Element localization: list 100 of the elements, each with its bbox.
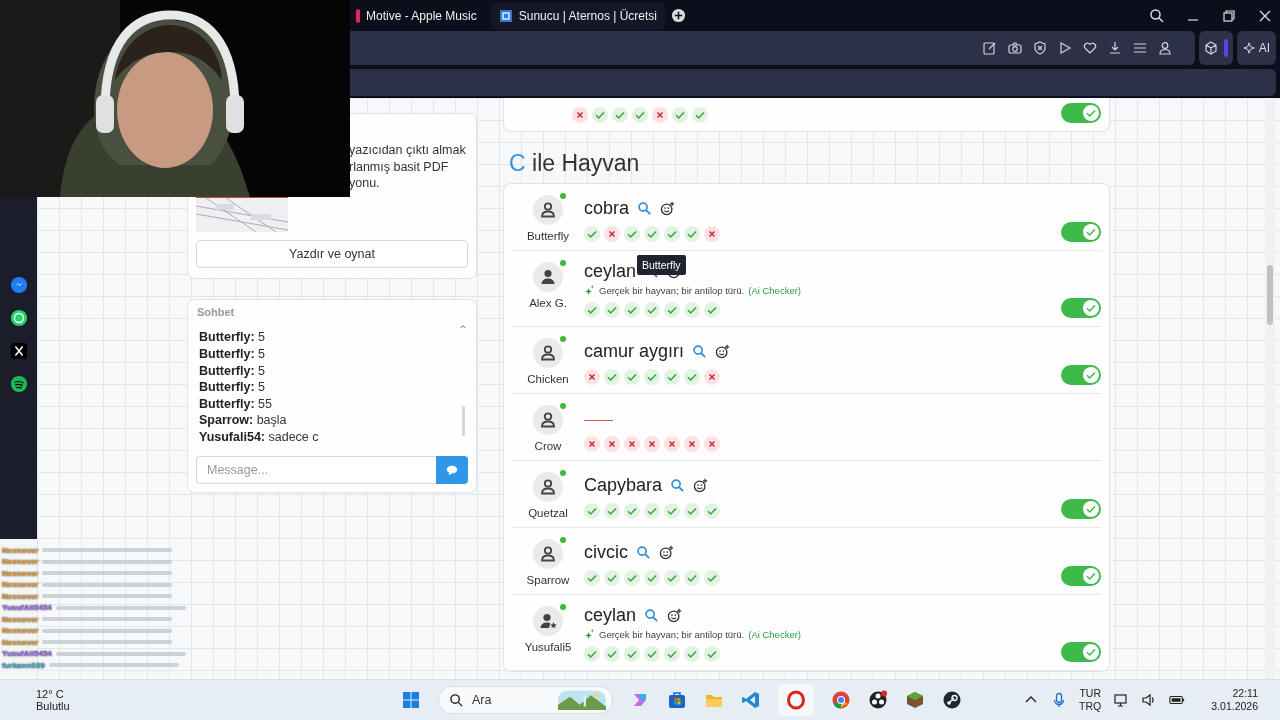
player-name: Butterfly xyxy=(526,230,570,242)
network-icon[interactable] xyxy=(1113,692,1130,708)
stream-chat-username: Nexnover xyxy=(2,568,39,578)
chat-message: Yusufali54: sadece c xyxy=(199,428,320,446)
toggle-switch[interactable] xyxy=(1061,365,1101,385)
opera-icon[interactable] xyxy=(786,690,806,710)
whatsapp-icon[interactable] xyxy=(9,309,28,327)
player-name: Crow xyxy=(534,440,562,452)
clock-time[interactable]: 22:11 xyxy=(1232,687,1258,700)
clock-date[interactable]: 3.01.2026 xyxy=(1211,700,1258,713)
browser-tab[interactable]: Motive - Apple Music xyxy=(348,1,485,30)
chat-message: Butterfly: 5 xyxy=(199,379,266,396)
chat-title: Sohbet xyxy=(197,305,236,318)
answer-word: cobra xyxy=(584,197,630,219)
camera-icon[interactable] xyxy=(1006,39,1023,56)
toggle-switch[interactable] xyxy=(1061,298,1101,318)
stream-chat-username: YusufAli5454 xyxy=(2,649,52,658)
extension-button[interactable] xyxy=(1198,31,1233,65)
music-icon xyxy=(356,8,360,23)
weather-text[interactable]: Bulutlu xyxy=(36,700,236,712)
scrollbar[interactable] xyxy=(1265,98,1275,679)
answer-word: camur aygırı xyxy=(584,340,685,362)
section-heading: C ile Hayvan xyxy=(509,150,641,177)
spotify-icon[interactable] xyxy=(9,375,28,393)
stream-chat-username: YusufAli5454 xyxy=(2,603,52,612)
browser-tab[interactable]: Sunucu | Aternos | Ücretsi xyxy=(490,1,666,30)
player-name: Chicken xyxy=(527,373,569,385)
restore-icon[interactable] xyxy=(1221,7,1237,24)
toggle-switch[interactable] xyxy=(1061,499,1101,519)
keyboard-layout-label[interactable]: TRQ xyxy=(1079,700,1102,713)
player-name: Sparrow xyxy=(526,574,570,586)
toggle-switch[interactable] xyxy=(1061,222,1101,242)
add-reaction-icon[interactable] xyxy=(659,544,674,560)
code-editor-icon[interactable] xyxy=(741,690,761,710)
messenger-icon[interactable] xyxy=(9,276,28,294)
recorder-icon[interactable] xyxy=(868,690,888,710)
toggle-knob-icon xyxy=(1083,501,1099,517)
stream-chat-username: Nexnover xyxy=(2,637,39,647)
chat-message: Butterfly: 5 xyxy=(199,329,266,346)
toggle-switch[interactable] xyxy=(1061,642,1101,662)
search-field[interactable]: Ara xyxy=(438,686,613,714)
ai-note: Gerçek bir hayvan; bir antilop türü. xyxy=(599,629,745,640)
shield-icon[interactable] xyxy=(1031,39,1048,56)
scroll-up-icon[interactable] xyxy=(459,323,467,329)
stream-chat-username: Nexnover xyxy=(2,557,39,566)
indicator-bar xyxy=(1224,38,1229,57)
store-icon[interactable] xyxy=(667,690,687,710)
answer-word: ceylan xyxy=(584,260,637,282)
stream-chat-username: Nexnover xyxy=(2,580,39,589)
description-text: yazıcıdan çıktı almak xyxy=(349,142,466,159)
sparkle-icon xyxy=(1242,40,1257,55)
answer-word: ceylan xyxy=(584,604,637,626)
grass-block-icon[interactable] xyxy=(905,690,925,710)
chat-message: Butterfly: 55 xyxy=(199,395,273,413)
toggle-knob-icon xyxy=(1083,367,1099,383)
chat-message: Butterfly: 5 xyxy=(199,362,266,380)
answer-word: Capybara xyxy=(584,474,663,496)
toggle-knob-icon xyxy=(1083,105,1099,121)
toggle-switch[interactable] xyxy=(1061,103,1101,123)
print-play-button[interactable]: Yazdır ve oynat xyxy=(196,239,468,268)
ai-checker-label: (Ai Checker) xyxy=(748,285,801,296)
edit-icon[interactable] xyxy=(981,39,998,56)
person-icon[interactable] xyxy=(1156,39,1173,56)
add-reaction-icon[interactable] xyxy=(693,477,709,493)
description-text: yonu. xyxy=(349,175,381,192)
server-icon xyxy=(498,8,513,23)
language-label[interactable]: TUR xyxy=(1079,687,1101,700)
x-logo-icon[interactable] xyxy=(9,342,28,360)
search-placeholder: Ara xyxy=(472,693,493,707)
sparkle-icon xyxy=(584,629,595,640)
ai-note: Gerçek bir hayvan; bir antilop türü. xyxy=(599,285,745,296)
search-icon[interactable] xyxy=(1149,7,1165,24)
player-name: Yusufali5 xyxy=(524,641,572,653)
description-text: rlanmış basit PDF xyxy=(349,158,450,175)
add-reaction-icon[interactable] xyxy=(660,200,676,216)
ai-button[interactable]: AI xyxy=(1236,31,1276,65)
tooltip: Butterfly xyxy=(637,255,686,275)
toggle-knob-icon xyxy=(1083,644,1099,660)
cube-icon xyxy=(1203,39,1220,56)
weather-temperature[interactable]: 12° C xyxy=(36,688,236,700)
player-name: Quetzal xyxy=(528,507,568,519)
add-reaction-icon[interactable] xyxy=(667,607,683,623)
stream-chat-username: Nexnover xyxy=(2,614,39,624)
search-icon xyxy=(449,692,464,708)
toggle-switch[interactable] xyxy=(1061,566,1101,586)
sparkle-icon xyxy=(584,285,595,296)
stream-chat-username: Nexnover xyxy=(2,626,39,635)
add-reaction-icon[interactable] xyxy=(715,343,731,359)
start-icon[interactable] xyxy=(401,690,421,710)
toggle-knob-icon xyxy=(1083,224,1099,240)
steam-icon[interactable] xyxy=(942,690,962,710)
new-tab-icon[interactable] xyxy=(671,8,687,24)
message-field[interactable]: Message... xyxy=(196,455,436,484)
heart-icon[interactable] xyxy=(1081,39,1098,56)
stream-chat-username: furkann039 xyxy=(2,660,45,670)
stream-chat-username: Nexnover xyxy=(2,591,39,601)
send-button[interactable] xyxy=(436,455,468,484)
chrome-icon[interactable] xyxy=(831,690,851,710)
chat-message: Sparrow: başla xyxy=(199,412,288,429)
stream-chat-username: Nexnover xyxy=(2,545,39,555)
